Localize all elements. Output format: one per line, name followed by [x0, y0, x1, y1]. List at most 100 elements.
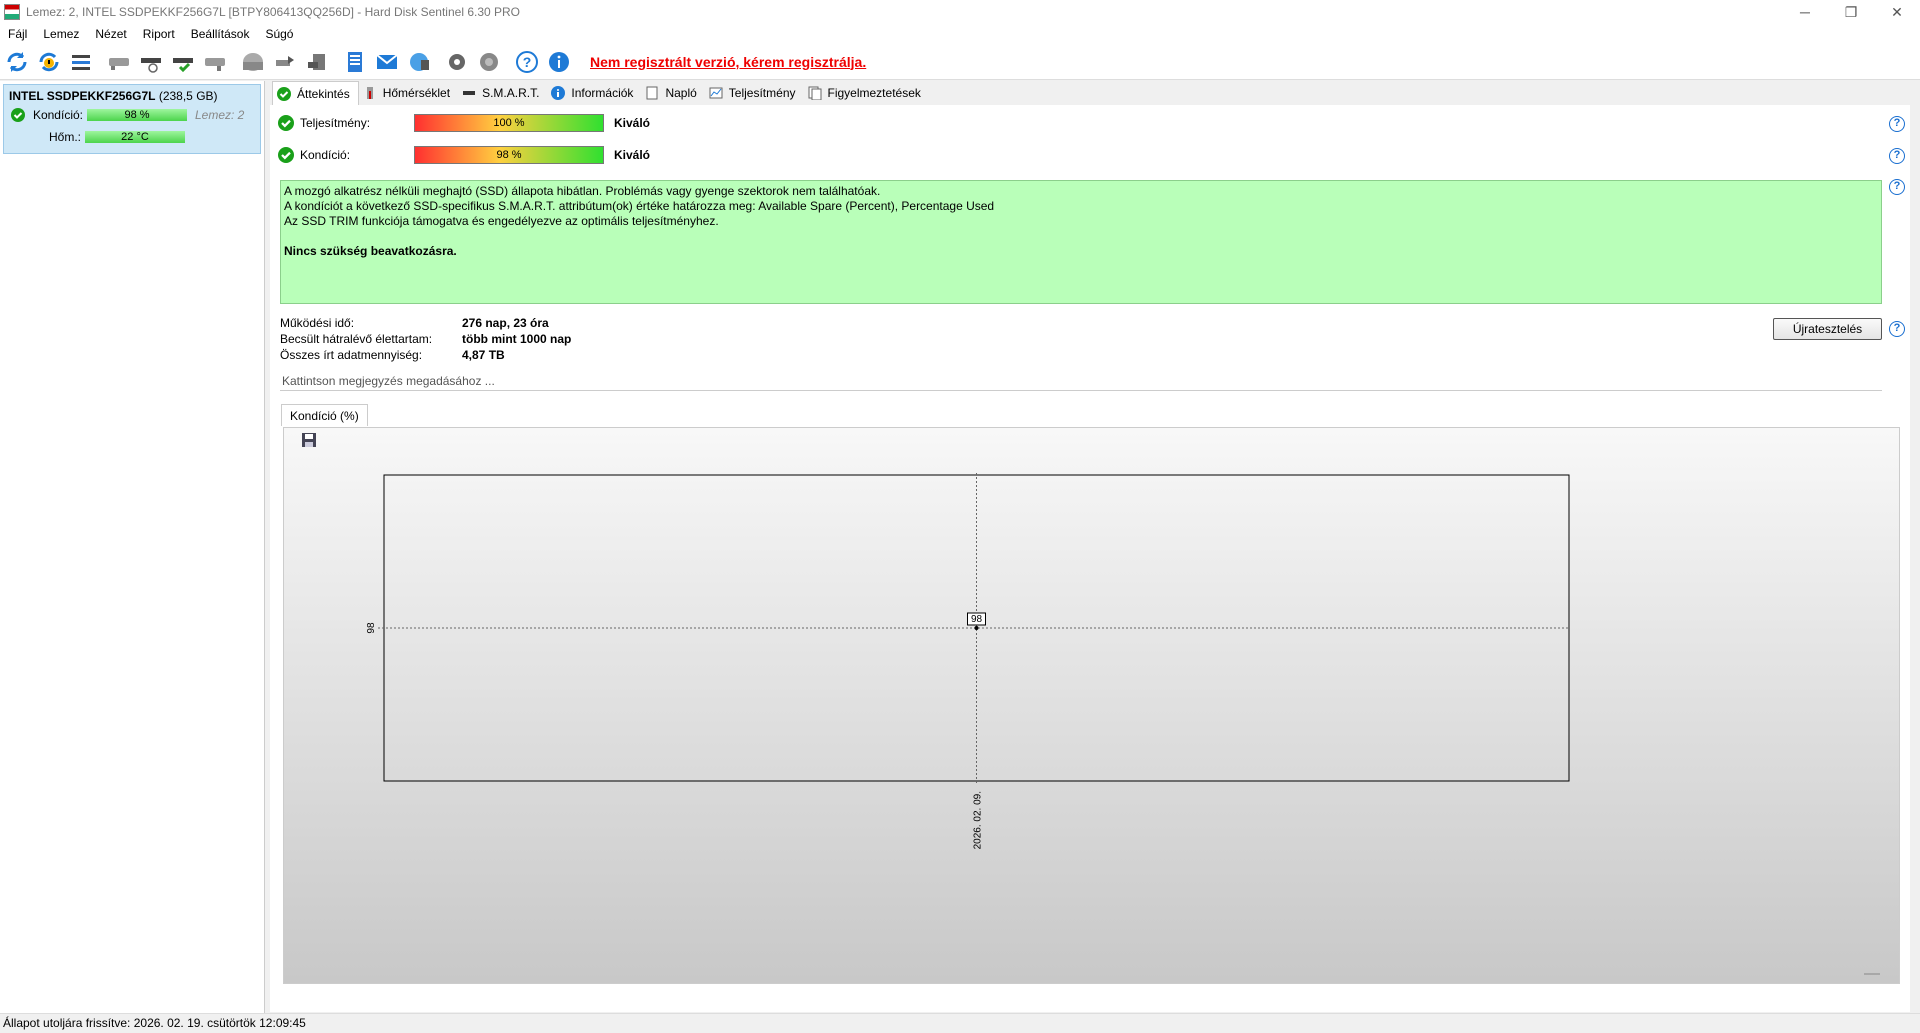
disk-surface-icon[interactable]: [238, 47, 268, 77]
health-value: 98 %: [496, 149, 522, 161]
performance-label: Teljesítmény:: [300, 116, 371, 130]
window-title: Lemez: 2, INTEL SSDPEKKF256G7L [BTPY8064…: [26, 5, 521, 19]
health-grade: Kiváló: [614, 148, 651, 162]
toolbar: ? Nem regisztrált verzió, kérem regisztr…: [0, 44, 1920, 80]
disk-stats: Működési idő: 276 nap, 23 óra Becsült hát…: [280, 315, 571, 363]
status-bar: Állapot utoljára frissítve: 2026. 02. 19…: [0, 1013, 1920, 1032]
menu-report[interactable]: Riport: [135, 27, 183, 41]
tab-temperature[interactable]: Hőmérséklet: [359, 81, 458, 105]
disk-export-icon[interactable]: [302, 47, 332, 77]
data-label: 98: [971, 614, 983, 625]
disk-temp-icon[interactable]: [136, 47, 166, 77]
performance-value: 100 %: [493, 117, 525, 129]
disk-gray-icon[interactable]: [200, 47, 230, 77]
tab-performance[interactable]: Teljesítmény: [705, 81, 804, 105]
health-row: Kondíció: 98 % Kiváló: [278, 145, 650, 165]
status-line: A kondíciót a következő SSD-specifikus S…: [284, 199, 995, 213]
disk-list-panel: INTEL SSDPEKKF256G7L (238,5 GB) Kondíció…: [0, 81, 265, 1013]
tab-label: Hőmérséklet: [382, 86, 451, 100]
log-icon: [645, 86, 659, 100]
tab-strip: Áttekintés Hőmérséklet S.M.A.R.T. Inform…: [272, 81, 929, 105]
performance-bar: 100 %: [414, 114, 604, 132]
menu-view[interactable]: Nézet: [87, 27, 134, 41]
disk-title: INTEL SSDPEKKF256G7L (238,5 GB): [9, 89, 255, 103]
close-button[interactable]: ✕: [1874, 0, 1920, 24]
disk-health-bar: 98 %: [87, 109, 187, 121]
info-icon: [551, 86, 566, 100]
uptime-value: 276 nap, 23 óra: [462, 316, 549, 330]
menu-help[interactable]: Súgó: [257, 27, 301, 41]
thermometer-icon: [363, 86, 377, 100]
settings-icon[interactable]: [442, 47, 472, 77]
tab-label: Teljesítmény: [728, 86, 796, 100]
minimize-button[interactable]: ─: [1782, 0, 1828, 24]
help-icon[interactable]: ?: [512, 47, 542, 77]
tab-health-chart[interactable]: Kondíció (%): [281, 404, 368, 426]
disk-ok-icon[interactable]: [168, 47, 198, 77]
email-icon[interactable]: [372, 47, 402, 77]
lifetime-label: Becsült hátralévő élettartam:: [280, 332, 433, 346]
disk-item[interactable]: INTEL SSDPEKKF256G7L (238,5 GB) Kondíció…: [3, 84, 261, 154]
status-description: A mozgó alkatrész nélküli meghajtó (SSD)…: [280, 180, 1882, 304]
uptime-label: Működési idő:: [280, 316, 355, 330]
disk-health-row: Kondíció: 98 % Lemez: 2: [9, 105, 255, 125]
written-value: 4,87 TB: [462, 348, 505, 362]
maximize-button[interactable]: ❐: [1828, 0, 1874, 24]
disk-name: INTEL SSDPEKKF256G7L: [9, 89, 156, 103]
network-icon[interactable]: [404, 47, 434, 77]
menu-settings[interactable]: Beállítások: [183, 27, 258, 41]
tab-alerts[interactable]: Figyelmeztetések: [804, 81, 929, 105]
check-icon: [278, 147, 294, 163]
window-controls: ─ ❐ ✕: [1782, 0, 1920, 24]
help-icon[interactable]: ?: [1889, 148, 1905, 164]
health-bar: 98 %: [414, 146, 604, 164]
refresh-icon[interactable]: [2, 47, 32, 77]
refresh-warning-icon[interactable]: [34, 47, 64, 77]
performance-icon: [709, 86, 723, 100]
status-line: Az SSD TRIM funkciója támogatva és enged…: [284, 214, 719, 228]
info-icon[interactable]: [544, 47, 574, 77]
note-input[interactable]: Kattintson megjegyzés megadásához ...: [280, 371, 1882, 391]
check-icon: [277, 86, 291, 101]
retest-button[interactable]: Újratesztelés: [1773, 318, 1882, 340]
tab-information[interactable]: Információk: [547, 81, 641, 105]
status-line: A mozgó alkatrész nélküli meghajtó (SSD)…: [284, 184, 881, 198]
help-icon[interactable]: ?: [1889, 116, 1905, 132]
speaker-icon[interactable]: [474, 47, 504, 77]
lifetime-value: több mint 1000 nap: [462, 332, 572, 346]
help-icon[interactable]: ?: [1889, 321, 1905, 337]
written-label: Összes írt adatmennyiség:: [280, 348, 423, 362]
data-point: [974, 626, 979, 630]
tab-overview[interactable]: Áttekintés: [272, 81, 359, 105]
tab-smart[interactable]: S.M.A.R.T.: [458, 81, 547, 105]
menu-bar: Fájl Lemez Nézet Riport Beállítások Súgó: [0, 24, 1920, 44]
title-bar: Lemez: 2, INTEL SSDPEKKF256G7L [BTPY8064…: [0, 0, 1920, 24]
check-icon: [278, 115, 294, 131]
chart-svg: 98 2026. 02. 09. 98: [366, 473, 1880, 975]
tab-label: Napló: [665, 86, 697, 100]
health-label: Kondíció:: [300, 148, 351, 162]
overview-panel: Teljesítmény: 100 % Kiváló Kondíció: 98 …: [270, 105, 1910, 1012]
disk-number: Lemez: 2: [195, 108, 245, 122]
health-chart: 98 2026. 02. 09. 98: [283, 427, 1900, 984]
disk-size: (238,5 GB): [158, 89, 218, 103]
performance-row: Teljesítmény: 100 % Kiváló: [278, 113, 650, 133]
alerts-icon: [808, 86, 822, 100]
register-link[interactable]: Nem regisztrált verzió, kérem regisztrál…: [590, 54, 866, 70]
help-icon[interactable]: ?: [1889, 179, 1905, 195]
menu-disk[interactable]: Lemez: [35, 27, 87, 41]
tab-log[interactable]: Napló: [641, 81, 704, 105]
disk-temp-bar: 22 °C: [85, 131, 185, 143]
disk-temp-row: Hőm.: 22 °C: [9, 127, 255, 147]
disk-tools-icon[interactable]: [270, 47, 300, 77]
disk-temp-label: Hőm.:: [48, 130, 81, 144]
report-icon[interactable]: [340, 47, 370, 77]
disk-icon[interactable]: [104, 47, 134, 77]
tab-label: Áttekintés: [297, 86, 350, 101]
check-icon: [11, 108, 25, 122]
status-conclusion: Nincs szükség beavatkozásra.: [284, 244, 457, 258]
tab-label: Figyelmeztetések: [827, 86, 921, 100]
disk-list-icon[interactable]: [66, 47, 96, 77]
svg-text:?: ?: [523, 54, 532, 70]
menu-file[interactable]: Fájl: [0, 27, 35, 41]
